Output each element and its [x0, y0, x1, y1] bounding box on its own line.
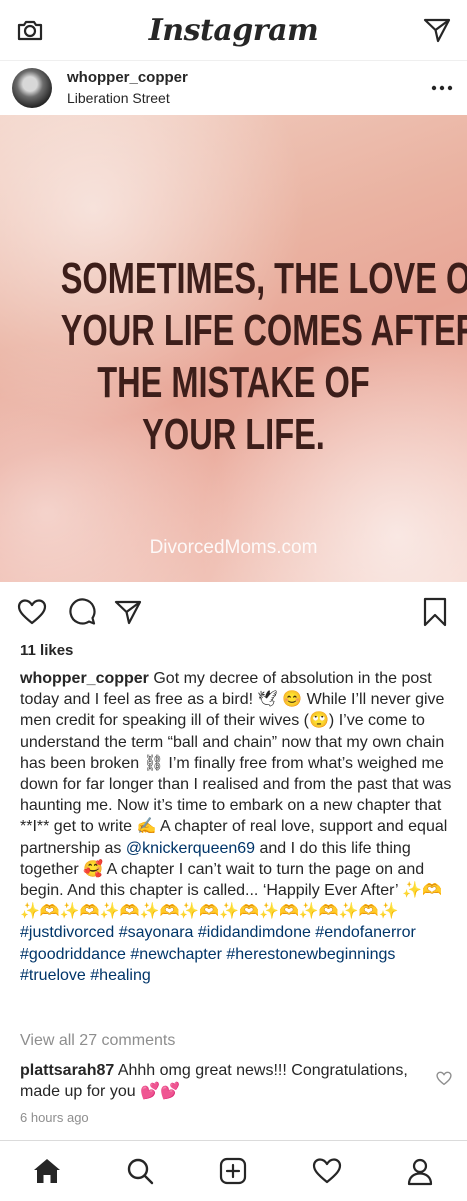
caption-username[interactable]: whopper_copper [20, 670, 149, 687]
search-icon[interactable] [115, 1146, 165, 1196]
profile-icon[interactable] [395, 1146, 445, 1196]
post-author: whopper_copper Liberation Street [67, 69, 417, 107]
view-all-comments-link[interactable]: View all 27 comments [20, 1032, 175, 1050]
quote-line: YOUR LIFE COMES AFTER [60, 306, 467, 355]
post-username[interactable]: whopper_copper [67, 69, 417, 87]
quote-line: SOMETIMES, THE LOVE OF [60, 254, 467, 303]
post-location[interactable]: Liberation Street [67, 89, 417, 107]
image-watermark: DivorcedMoms.com [149, 537, 318, 558]
post-actions [0, 582, 467, 640]
quote-line: YOUR LIFE. [142, 410, 325, 459]
likes-count[interactable]: 11 likes [20, 642, 73, 659]
new-post-icon[interactable] [208, 1146, 258, 1196]
caption-hashtags[interactable]: #justdivorced #sayonara #ididandimdone #… [20, 924, 416, 983]
direct-message-icon[interactable] [407, 0, 467, 60]
comment-like-heart-icon[interactable] [436, 1071, 456, 1091]
quote-text: SOMETIMES, THE LOVE OF YOUR LIFE COMES A… [60, 253, 467, 461]
post-timestamp: 6 hours ago [20, 1110, 89, 1125]
bottom-nav [0, 1140, 467, 1201]
quote-line: THE MISTAKE OF [97, 358, 370, 407]
share-icon[interactable] [108, 592, 148, 632]
comment-icon[interactable] [62, 592, 102, 632]
caption-text: Got my decree of absolution in the post … [20, 670, 452, 857]
activity-heart-icon[interactable] [302, 1146, 352, 1196]
top-bar: Instagram [0, 0, 467, 61]
post-header: whopper_copper Liberation Street [0, 60, 467, 115]
comment-username[interactable]: plattsarah87 [20, 1062, 114, 1079]
like-heart-icon[interactable] [12, 592, 52, 632]
home-icon[interactable] [22, 1146, 72, 1196]
post-image[interactable]: SOMETIMES, THE LOVE OF YOUR LIFE COMES A… [0, 115, 467, 582]
post-caption: whopper_copper Got my decree of absoluti… [20, 668, 455, 986]
more-options-icon[interactable] [417, 68, 467, 108]
avatar[interactable] [12, 67, 52, 108]
save-bookmark-icon[interactable] [415, 592, 455, 632]
app-logo: Instagram [148, 12, 319, 48]
comment-item: plattsarah87 Ahhh omg great news!!! Cong… [20, 1060, 420, 1102]
caption-mention[interactable]: @knickerqueen69 [126, 840, 255, 857]
camera-icon[interactable] [0, 0, 60, 60]
